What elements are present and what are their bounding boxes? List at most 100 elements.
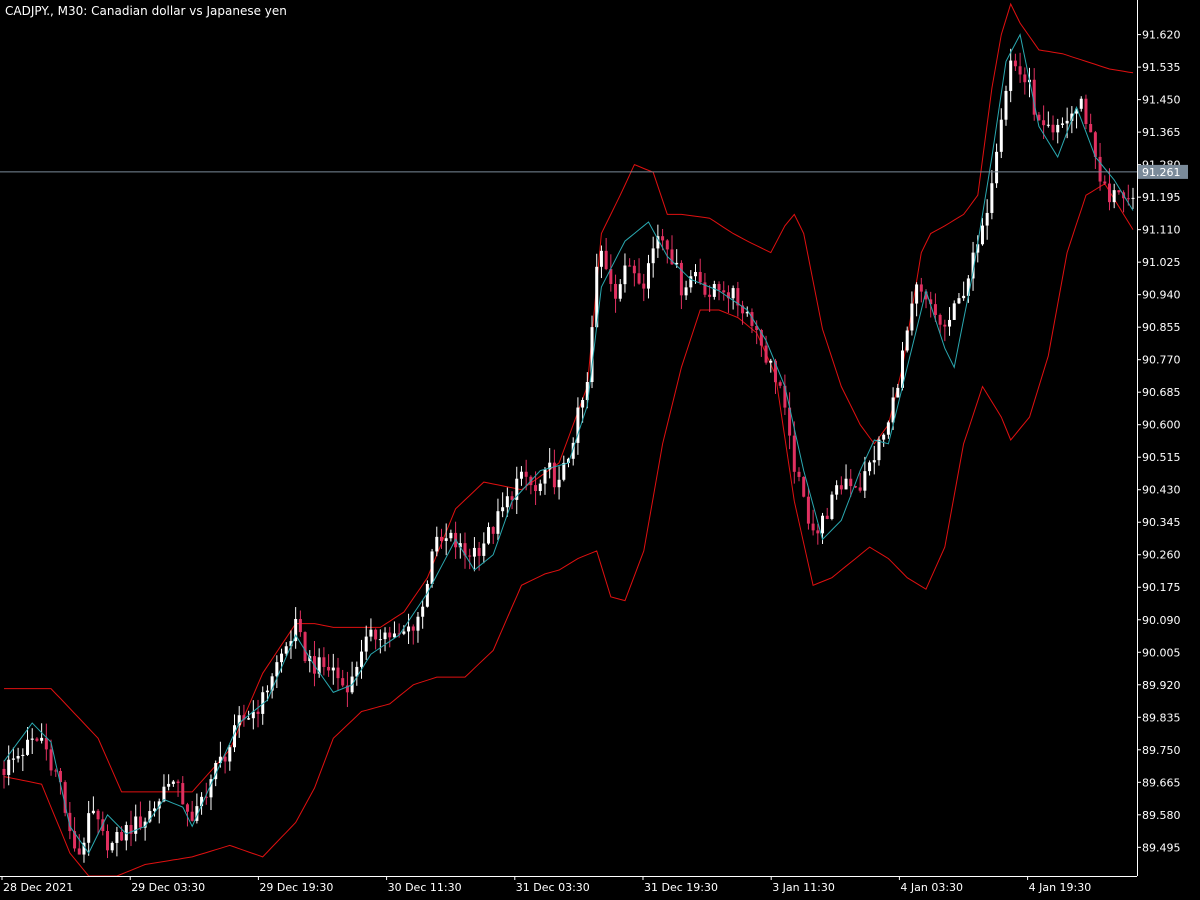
y-tick-label: 90.600	[1142, 419, 1181, 432]
chart-title: CADJPY., M30: Canadian dollar vs Japanes…	[5, 4, 287, 18]
candle	[388, 626, 392, 648]
price-chart[interactable]: 89.495 89.580 89.665 89.750 89.835 89.920 90.0…	[0, 0, 1200, 900]
candle-body	[863, 471, 867, 491]
candle	[487, 522, 491, 545]
candle	[256, 699, 260, 728]
time-axis[interactable]: 28 Dec 2021 29 Dec 03:30 29 Dec 19:30 30 De…	[1, 876, 1091, 894]
candle	[242, 704, 246, 727]
candle	[82, 837, 86, 863]
candle-body	[1023, 74, 1027, 83]
candle-body	[402, 631, 406, 634]
candle-body	[985, 212, 989, 226]
candle-body	[877, 439, 881, 461]
candle	[557, 466, 561, 500]
current-price-label-text: 91.261	[1142, 166, 1181, 179]
candle-body	[468, 555, 472, 557]
candle-body	[821, 515, 825, 534]
candle	[251, 700, 255, 730]
candle	[1117, 190, 1121, 195]
candle	[665, 239, 669, 264]
candle	[576, 397, 580, 455]
candle-body	[284, 646, 288, 654]
candle	[830, 491, 834, 521]
candle	[741, 300, 745, 325]
candle-body	[844, 478, 848, 490]
candle-body	[933, 304, 937, 315]
candle-body	[1126, 198, 1130, 200]
candle-body	[999, 119, 1003, 152]
candle-body	[816, 530, 820, 534]
price-axis[interactable]: 89.495 89.580 89.665 89.750 89.835 89.920 90.0…	[1137, 29, 1181, 855]
candle	[157, 798, 161, 824]
candle-body	[534, 485, 538, 491]
candle-body	[1018, 66, 1022, 75]
candle	[115, 826, 119, 857]
candle	[261, 686, 265, 725]
candle-body	[665, 240, 669, 250]
candle	[294, 607, 298, 649]
candle	[515, 466, 519, 515]
candle	[360, 639, 364, 679]
candle	[623, 253, 627, 293]
candle-body	[905, 330, 909, 351]
candle-body	[839, 485, 843, 490]
candle	[882, 433, 886, 447]
candle-body	[919, 284, 923, 292]
candle	[341, 669, 345, 688]
candle-body	[646, 263, 650, 289]
candle-body	[778, 382, 782, 386]
candle-body	[472, 547, 476, 557]
candle-body	[171, 781, 175, 784]
y-tick-label: 90.940	[1142, 289, 1181, 302]
candle-body	[388, 632, 392, 638]
candle	[411, 624, 415, 645]
candle	[355, 661, 359, 686]
candle	[868, 460, 872, 476]
candle	[1093, 130, 1097, 169]
candle	[35, 737, 39, 742]
candle-body	[557, 479, 561, 488]
candle	[110, 841, 114, 853]
candle-body	[11, 758, 15, 760]
candle	[835, 480, 839, 500]
y-tick-label: 90.430	[1142, 484, 1181, 497]
candle	[712, 280, 716, 300]
candle	[87, 800, 91, 856]
candle	[919, 277, 923, 303]
candle-body	[618, 284, 622, 299]
candle	[364, 625, 368, 660]
y-tick-label: 89.580	[1142, 809, 1181, 822]
plot-area[interactable]	[2, 2, 1135, 877]
candle-body	[449, 532, 453, 539]
candle	[228, 745, 232, 771]
candle-body	[26, 739, 30, 755]
candle	[519, 466, 523, 486]
candle-body	[1103, 181, 1107, 184]
candle	[134, 804, 138, 842]
candle-body	[105, 831, 109, 851]
y-tick-label: 89.750	[1142, 744, 1181, 757]
candle-body	[764, 345, 768, 363]
candle	[496, 498, 500, 541]
candle	[910, 291, 914, 336]
candle-body	[694, 271, 698, 277]
candle-body	[336, 667, 340, 679]
candle	[181, 776, 185, 805]
candle-body	[943, 324, 947, 327]
candle-body	[482, 543, 486, 556]
candle-body	[1004, 90, 1008, 120]
candle	[722, 281, 726, 301]
x-tick-label: 31 Dec 19:30	[644, 881, 718, 894]
candle-body	[49, 749, 53, 771]
candle-body	[444, 538, 448, 541]
candle-body	[378, 639, 382, 641]
candle	[77, 834, 81, 855]
candle-body	[247, 718, 251, 720]
candle-body	[54, 770, 58, 772]
candle-body	[811, 523, 815, 531]
candle	[802, 476, 806, 498]
candle-body	[16, 756, 20, 759]
candle	[11, 747, 15, 773]
candle-body	[369, 629, 373, 637]
candle	[369, 618, 373, 642]
